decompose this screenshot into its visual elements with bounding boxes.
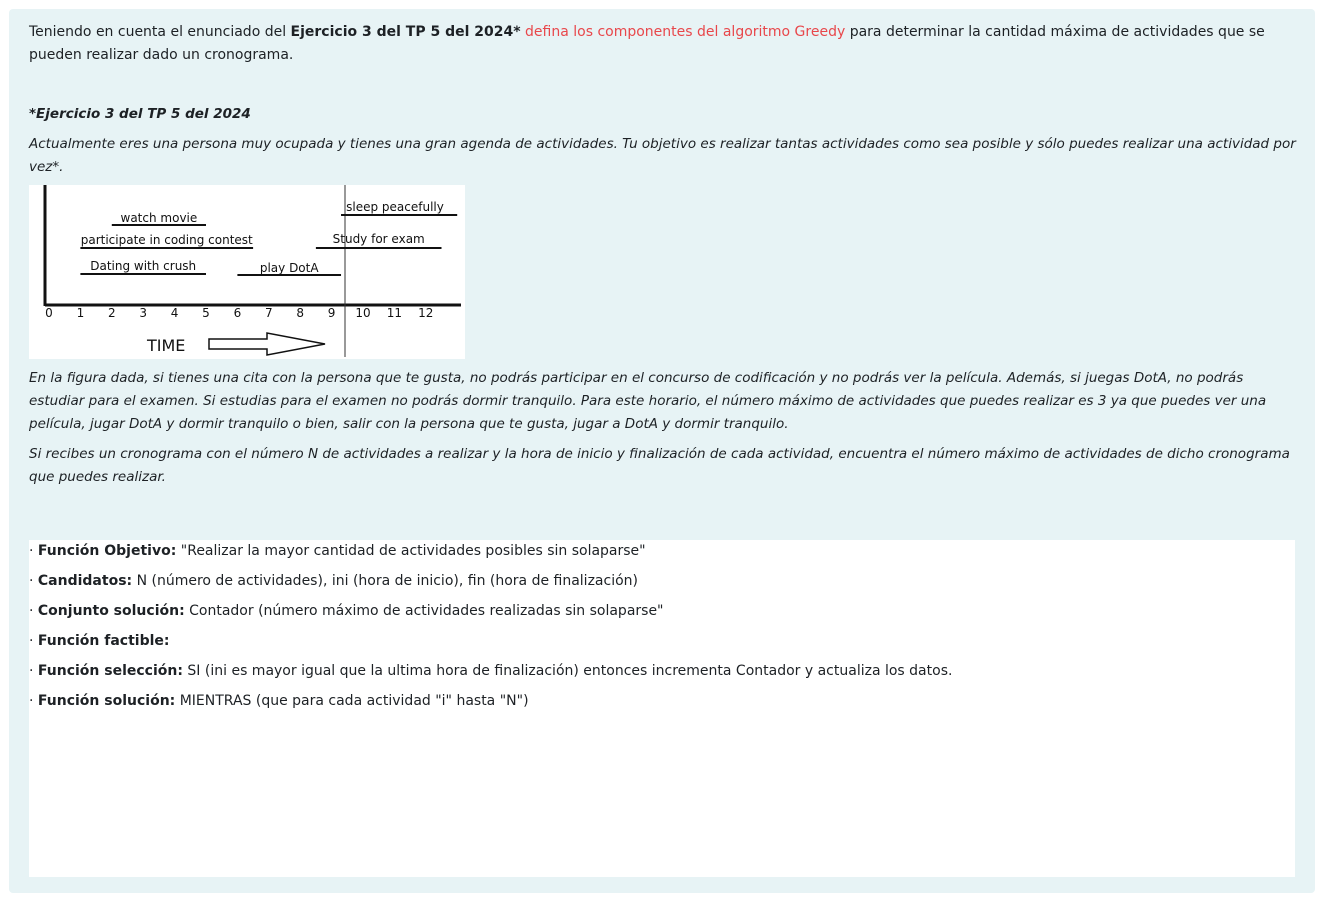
answer-textarea[interactable]: · Función Objetivo: "Realizar la mayor c… bbox=[29, 540, 1295, 877]
question-intro: Teniendo en cuenta el enunciado del Ejer… bbox=[29, 21, 1299, 67]
tick-label: 7 bbox=[265, 306, 273, 320]
answer-label: Función factible: bbox=[37, 633, 170, 649]
bullet: · bbox=[29, 543, 38, 559]
answer-label: Función selección: bbox=[37, 663, 183, 679]
answer-line: · Conjunto solución: Contador (número má… bbox=[29, 600, 1295, 630]
answer-text: Contador (número máximo de actividades r… bbox=[184, 603, 664, 619]
exercise-title: *Ejercicio 3 del TP 5 del 2024 bbox=[29, 106, 251, 122]
time-label: TIME bbox=[146, 336, 185, 355]
activity-label: participate in coding contest bbox=[81, 233, 253, 247]
time-arrow-icon bbox=[208, 332, 326, 356]
question-text: Teniendo en cuenta el enunciado del Ejer… bbox=[29, 21, 1299, 489]
tick-label: 0 bbox=[45, 306, 53, 320]
answer-label: Función solución: bbox=[37, 693, 176, 709]
intro-text: Teniendo en cuenta el enunciado del bbox=[29, 24, 291, 40]
tick-label: 8 bbox=[296, 306, 304, 320]
answer-line: · Función factible: bbox=[29, 630, 1295, 660]
exercise-description: Actualmente eres una persona muy ocupada… bbox=[29, 136, 1296, 175]
bullet: · bbox=[29, 633, 38, 649]
bullet: · bbox=[29, 663, 38, 679]
answer-line: · Función solución: MIENTRAS (que para c… bbox=[29, 690, 1295, 720]
answer-line: · Candidatos: N (número de actividades),… bbox=[29, 570, 1295, 600]
answer-label: Función Objetivo: bbox=[37, 543, 177, 559]
tick-label: 3 bbox=[139, 306, 147, 320]
exercise-reference: Ejercicio 3 del TP 5 del 2024* bbox=[290, 24, 521, 40]
greedy-highlight: defina los componentes del algoritmo Gre… bbox=[520, 24, 850, 40]
tick-label: 4 bbox=[171, 306, 179, 320]
bullet: · bbox=[29, 573, 38, 589]
answer-label: Conjunto solución: bbox=[37, 603, 185, 619]
tick-label: 6 bbox=[234, 306, 242, 320]
activity-label: play DotA bbox=[260, 261, 320, 275]
schedule-figure: watch movie participate in coding contest… bbox=[29, 185, 465, 359]
answer-text: SI (ini es mayor igual que la ultima hor… bbox=[182, 663, 953, 679]
answer-label: Candidatos: bbox=[37, 573, 133, 589]
activity-group: watch movie participate in coding contest… bbox=[80, 200, 458, 276]
tick-label: 12 bbox=[418, 306, 433, 320]
activity-label: Study for exam bbox=[333, 232, 425, 246]
tick-label: 1 bbox=[77, 306, 85, 320]
answer-text: MIENTRAS (que para cada actividad "i" ha… bbox=[175, 693, 529, 709]
schedule-problem: Si recibes un cronograma con el número N… bbox=[29, 446, 1290, 485]
answer-line: · Función selección: SI (ini es mayor ig… bbox=[29, 660, 1295, 690]
schedule-figure-svg: watch movie participate in coding contest… bbox=[43, 185, 461, 357]
answer-text: "Realizar la mayor cantidad de actividad… bbox=[176, 543, 646, 559]
bullet: · bbox=[29, 603, 38, 619]
tick-label: 2 bbox=[108, 306, 116, 320]
tick-label: 10 bbox=[355, 306, 370, 320]
figure-explanation: En la figura dada, si tienes una cita co… bbox=[29, 370, 1267, 432]
question-card: Teniendo en cuenta el enunciado del Ejer… bbox=[9, 9, 1315, 893]
tick-label: 9 bbox=[328, 306, 336, 320]
tick-label: 5 bbox=[202, 306, 210, 320]
answer-text: N (número de actividades), ini (hora de … bbox=[132, 573, 638, 589]
activity-label: watch movie bbox=[121, 211, 198, 225]
answer-line: · Función Objetivo: "Realizar la mayor c… bbox=[29, 540, 1295, 570]
tick-group: 0 1 2 3 4 5 6 7 8 9 10 11 12 bbox=[45, 306, 433, 320]
activity-label: sleep peacefully bbox=[346, 200, 444, 214]
bullet: · bbox=[29, 693, 38, 709]
tick-label: 11 bbox=[387, 306, 402, 320]
activity-label: Dating with crush bbox=[90, 259, 196, 273]
